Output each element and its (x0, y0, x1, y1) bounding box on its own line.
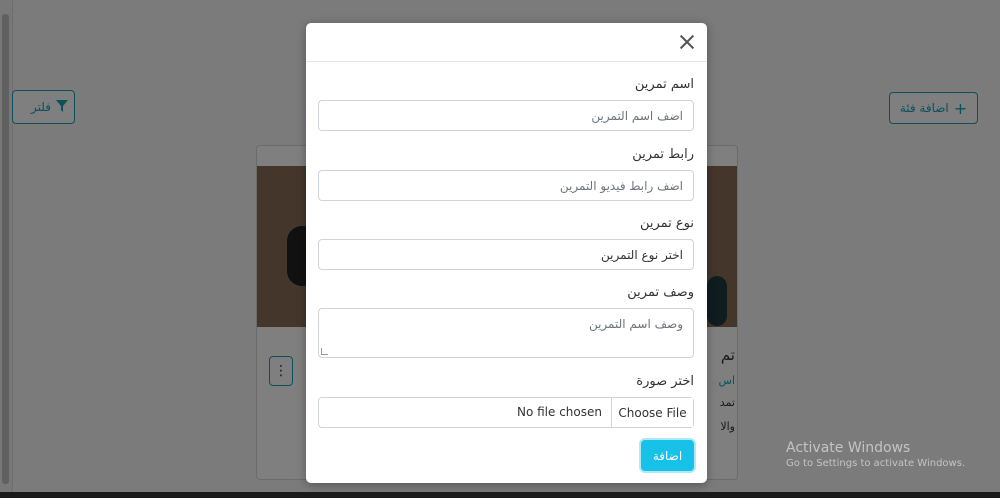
close-icon[interactable] (678, 33, 696, 51)
exercise-name-label: اسم تمرين (634, 77, 694, 92)
exercise-name-input[interactable]: اضف اسم التمرين (318, 100, 694, 131)
resize-handle-icon[interactable] (321, 348, 328, 355)
exercise-link-input[interactable]: اضف رابط فيديو التمرين (318, 170, 694, 201)
activation-watermark: Activate Windows Go to Settings to activ… (786, 440, 965, 469)
taskbar (0, 492, 1000, 498)
modal-header (306, 23, 707, 62)
exercise-description-label: وصف تمرين (627, 285, 694, 300)
exercise-type-select[interactable]: اختر نوع التمرين (318, 239, 694, 270)
exercise-link-label: رابط تمرين (632, 147, 694, 162)
file-status: No file chosen (516, 405, 602, 419)
description-placeholder: وصف اسم التمرين (588, 317, 683, 331)
watermark-subtitle: Go to Settings to activate Windows. (786, 458, 966, 469)
image-label: اختر صورة (636, 374, 694, 389)
image-file-input[interactable]: Choose File No file chosen (318, 397, 694, 428)
add-exercise-modal: اسم تمرين اضف اسم التمرين رابط تمرين اضف… (306, 23, 707, 483)
submit-button[interactable]: اضافة (641, 440, 694, 471)
choose-file-button[interactable]: Choose File (611, 398, 693, 427)
exercise-description-textarea[interactable]: وصف اسم التمرين (318, 308, 694, 358)
watermark-title: Activate Windows (786, 440, 911, 456)
exercise-type-label: نوع تمرين (639, 216, 694, 231)
